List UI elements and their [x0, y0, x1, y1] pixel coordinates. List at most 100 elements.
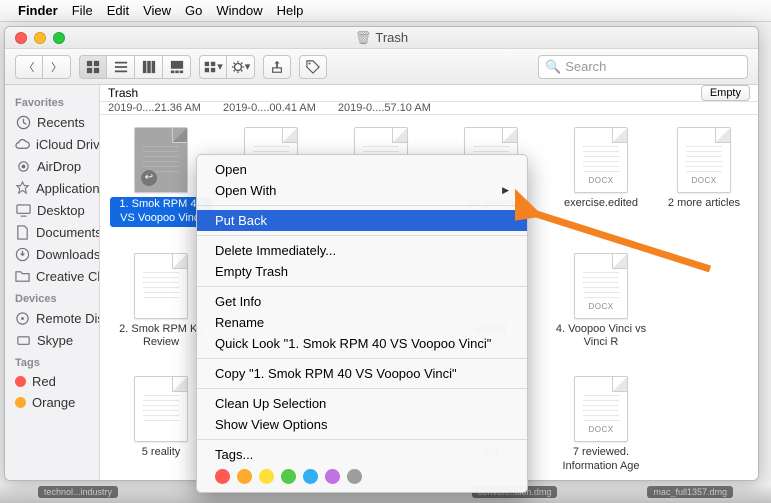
- sidebar-item-recents[interactable]: Recents: [5, 111, 99, 133]
- file-label: exercise.edited: [564, 197, 638, 211]
- sidebar-heading-favorites: Favorites: [5, 91, 99, 111]
- tag-color-yellow[interactable]: [259, 469, 274, 484]
- empty-trash-button[interactable]: Empty: [701, 85, 750, 101]
- menu-put-back[interactable]: Put Back: [197, 210, 527, 231]
- menu-view-options[interactable]: Show View Options: [197, 414, 527, 435]
- sidebar-heading-devices: Devices: [5, 287, 99, 307]
- put-back-arrow-icon: ↩: [141, 170, 157, 186]
- action-button[interactable]: ▾: [227, 55, 255, 79]
- menu-clean-up[interactable]: Clean Up Selection: [197, 393, 527, 414]
- airdrop-icon: [15, 158, 31, 174]
- cloud-icon: [15, 136, 30, 152]
- group-button[interactable]: ▾: [199, 55, 227, 79]
- sidebar-item-downloads[interactable]: Downloads: [5, 243, 99, 265]
- clock-icon: [15, 114, 31, 130]
- file-item[interactable]: DOCX exercise.edited: [546, 123, 656, 231]
- menu-file[interactable]: File: [72, 3, 93, 18]
- tags-button[interactable]: [299, 55, 327, 79]
- dock-item[interactable]: technol...industry: [38, 486, 118, 498]
- file-label: 5 reality: [142, 446, 181, 460]
- file-label: 2 more articles: [668, 197, 740, 211]
- menu-tags[interactable]: Tags...: [197, 444, 527, 465]
- skype-icon: [15, 332, 31, 348]
- sidebar: Favorites Recents iCloud Drive AirDrop A…: [5, 85, 100, 480]
- menu-rename[interactable]: Rename: [197, 312, 527, 333]
- document-icon: [134, 253, 188, 319]
- menu-go[interactable]: Go: [185, 3, 202, 18]
- document-icon: [134, 376, 188, 442]
- sidebar-item-icloud[interactable]: iCloud Drive: [5, 133, 99, 155]
- location-label: Trash: [108, 86, 138, 100]
- column-view-button[interactable]: [135, 55, 163, 79]
- tag-color-blue[interactable]: [303, 469, 318, 484]
- dock-item[interactable]: mac_full1357.dmg: [647, 486, 733, 498]
- tag-color-orange[interactable]: [237, 469, 252, 484]
- file-item[interactable]: DOCX 4. Voopoo Vinci vs Vinci R: [546, 249, 656, 355]
- column-headers: 2019-0....21.36 AM 2019-0....00.41 AM 20…: [100, 102, 758, 115]
- col-header[interactable]: 2019-0....21.36 AM: [108, 102, 201, 114]
- titlebar[interactable]: 🗑Trash: [5, 27, 758, 49]
- tag-orange-icon: [15, 397, 26, 408]
- document-icon: DOCX: [574, 127, 628, 193]
- back-button[interactable]: 〈: [15, 55, 43, 79]
- menu-view[interactable]: View: [143, 3, 171, 18]
- disc-icon: [15, 310, 30, 326]
- tag-color-gray[interactable]: [347, 469, 362, 484]
- menu-help[interactable]: Help: [277, 3, 304, 18]
- sidebar-item-documents[interactable]: Documents: [5, 221, 99, 243]
- col-header[interactable]: 2019-0....00.41 AM: [223, 102, 316, 114]
- arrange-buttons: ▾ ▾: [199, 55, 255, 79]
- document-icon: ↩: [134, 127, 188, 193]
- view-buttons: [79, 55, 191, 79]
- menu-copy[interactable]: Copy "1. Smok RPM 40 VS Voopoo Vinci": [197, 363, 527, 384]
- documents-icon: [15, 224, 30, 240]
- file-label: 4. Voopoo Vinci vs Vinci R: [550, 323, 652, 351]
- menu-get-info[interactable]: Get Info: [197, 291, 527, 312]
- pathbar: Trash Empty: [100, 85, 758, 102]
- sidebar-item-applications[interactable]: Applications: [5, 177, 99, 199]
- list-view-button[interactable]: [107, 55, 135, 79]
- col-header[interactable]: 2019-0....57.10 AM: [338, 102, 431, 114]
- menubar-app[interactable]: Finder: [18, 3, 58, 18]
- context-menu: Open Open With Put Back Delete Immediate…: [196, 154, 528, 493]
- window-title: 🗑Trash: [5, 30, 758, 46]
- sidebar-tag-orange[interactable]: Orange: [5, 392, 99, 413]
- sidebar-item-remote-disc[interactable]: Remote Disc: [5, 307, 99, 329]
- tag-color-purple[interactable]: [325, 469, 340, 484]
- sidebar-item-airdrop[interactable]: AirDrop: [5, 155, 99, 177]
- icon-view-button[interactable]: [79, 55, 107, 79]
- menu-window[interactable]: Window: [216, 3, 262, 18]
- file-item[interactable]: DOCX 7 reviewed. Information Age: [546, 372, 656, 478]
- trash-icon: 🗑: [355, 30, 372, 45]
- file-label: 7 reviewed. Information Age: [550, 446, 652, 474]
- menubar: Finder File Edit View Go Window Help: [0, 0, 771, 22]
- search-icon: 🔍: [545, 59, 561, 75]
- sidebar-item-skype[interactable]: Skype: [5, 329, 99, 351]
- file-item[interactable]: DOCX2 more articles: [656, 123, 752, 231]
- search-input[interactable]: 🔍 Search: [538, 55, 748, 79]
- tag-color-red[interactable]: [215, 469, 230, 484]
- app-icon: [15, 180, 30, 196]
- sidebar-item-creative[interactable]: Creative Cl...: [5, 265, 99, 287]
- menu-open[interactable]: Open: [197, 159, 527, 180]
- share-button[interactable]: [263, 55, 291, 79]
- document-icon: DOCX: [574, 253, 628, 319]
- menu-delete-immediately[interactable]: Delete Immediately...: [197, 240, 527, 261]
- desktop-icon: [15, 202, 31, 218]
- tag-color-green[interactable]: [281, 469, 296, 484]
- tag-red-icon: [15, 376, 26, 387]
- downloads-icon: [15, 246, 30, 262]
- menu-empty-trash[interactable]: Empty Trash: [197, 261, 527, 282]
- toolbar: 〈 〉 ▾ ▾ 🔍 Search: [5, 49, 758, 85]
- menu-tag-colors: [197, 465, 527, 488]
- menu-edit[interactable]: Edit: [107, 3, 129, 18]
- search-placeholder: Search: [565, 59, 606, 74]
- document-icon: DOCX: [574, 376, 628, 442]
- forward-button[interactable]: 〉: [43, 55, 71, 79]
- gallery-view-button[interactable]: [163, 55, 191, 79]
- sidebar-item-desktop[interactable]: Desktop: [5, 199, 99, 221]
- menu-open-with[interactable]: Open With: [197, 180, 527, 201]
- menu-quick-look[interactable]: Quick Look "1. Smok RPM 40 VS Voopoo Vin…: [197, 333, 527, 354]
- sidebar-tag-red[interactable]: Red: [5, 371, 99, 392]
- nav-buttons: 〈 〉: [15, 55, 71, 79]
